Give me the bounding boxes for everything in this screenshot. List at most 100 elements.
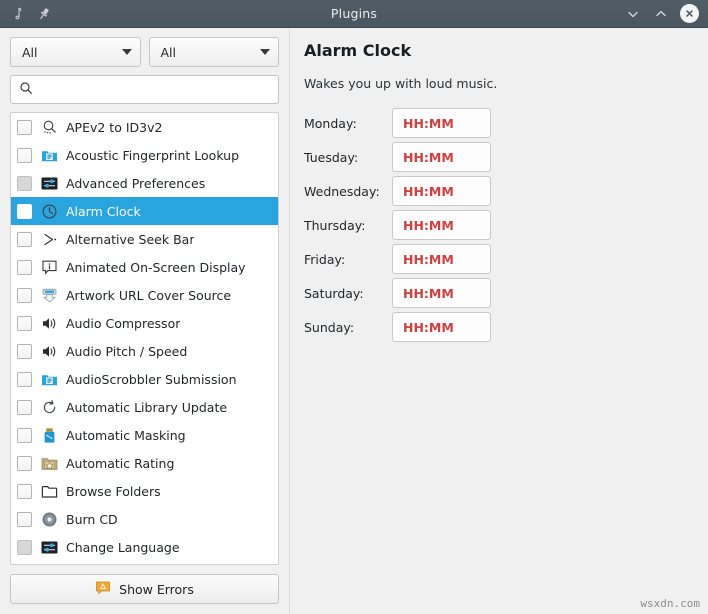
plugin-row[interactable]: Alarm Clock (11, 197, 278, 225)
plugin-checkbox[interactable] (17, 400, 32, 415)
speaker-icon (40, 342, 58, 360)
category-filter-value: All (22, 45, 38, 60)
plugin-label: Artwork URL Cover Source (66, 288, 231, 303)
pin-icon[interactable] (36, 6, 52, 22)
magnifier-dots-icon (40, 118, 58, 136)
warning-bubble-icon (95, 580, 111, 599)
sliders-icon (40, 538, 58, 556)
alarm-day-row: Saturday: (300, 278, 696, 308)
alarm-day-row: Wednesday: (300, 176, 696, 206)
close-icon[interactable] (680, 4, 699, 23)
plugin-row[interactable]: Artwork URL Cover Source (11, 281, 278, 309)
alarm-time-input[interactable] (392, 278, 491, 308)
chevron-down-icon[interactable] (624, 5, 641, 22)
folder-star-icon (40, 454, 58, 472)
plugin-label: Automatic Library Update (66, 400, 227, 415)
plugin-row[interactable]: Advanced Preferences (11, 169, 278, 197)
plugin-row[interactable]: Change Language (11, 533, 278, 561)
alarm-time-input[interactable] (392, 108, 491, 138)
plugin-row[interactable]: Automatic Library Update (11, 393, 278, 421)
plugin-checkbox[interactable] (17, 372, 32, 387)
caret-down-icon (260, 49, 270, 55)
plugin-row[interactable]: Animated On-Screen Display (11, 253, 278, 281)
plugin-label: APEv2 to ID3v2 (66, 120, 162, 135)
alarm-day-row: Sunday: (300, 312, 696, 342)
title-bar-left-icons (0, 6, 52, 22)
category-filter-dropdown[interactable]: All (10, 37, 141, 67)
caret-down-icon (122, 49, 132, 55)
plugin-checkbox[interactable] (17, 204, 32, 219)
alarm-time-input[interactable] (392, 244, 491, 274)
state-filter-dropdown[interactable]: All (149, 37, 280, 67)
alarm-day-label: Saturday: (300, 286, 392, 301)
plugin-checkbox[interactable] (17, 428, 32, 443)
alarm-day-row: Thursday: (300, 210, 696, 240)
window-content: All All APEv2 to ID3v2 Acoustic Fingerpri… (0, 28, 708, 614)
show-errors-bar: Show Errors (10, 565, 279, 614)
alarm-time-input[interactable] (392, 210, 491, 240)
sliders-icon (40, 174, 58, 192)
plugin-row[interactable]: Browse Folders (11, 477, 278, 505)
download-icon (40, 286, 58, 304)
detail-title: Alarm Clock (304, 41, 696, 60)
info-bubble-icon (40, 258, 58, 276)
refresh-icon (40, 398, 58, 416)
speaker-icon (40, 314, 58, 332)
alarm-day-label: Sunday: (300, 320, 392, 335)
plugin-checkbox[interactable] (17, 148, 32, 163)
alarm-day-row: Monday: (300, 108, 696, 138)
plugin-label: Automatic Masking (66, 428, 186, 443)
alarm-time-input[interactable] (392, 176, 491, 206)
plugin-list-pane: All All APEv2 to ID3v2 Acoustic Fingerpri… (0, 28, 289, 614)
plugin-checkbox[interactable] (17, 232, 32, 247)
alarm-time-input[interactable] (392, 312, 491, 342)
note-icon (10, 6, 26, 22)
plugin-label: Alternative Seek Bar (66, 232, 194, 247)
plugin-checkbox[interactable] (17, 260, 32, 275)
plugin-row[interactable]: Acoustic Fingerprint Lookup (11, 141, 278, 169)
plugin-row[interactable]: Audio Pitch / Speed (11, 337, 278, 365)
plugin-row[interactable]: Audio Compressor (11, 309, 278, 337)
detail-description: Wakes you up with loud music. (304, 76, 696, 91)
plugin-checkbox[interactable] (17, 120, 32, 135)
alarm-day-label: Friday: (300, 252, 392, 267)
plugin-list[interactable]: APEv2 to ID3v2 Acoustic Fingerprint Looku… (10, 112, 279, 565)
filter-row: All All (10, 37, 279, 67)
search-icon (19, 80, 33, 99)
plugin-checkbox (17, 540, 32, 555)
window-title: Plugins (0, 6, 708, 21)
plugin-row[interactable]: AudioScrobbler Submission (11, 365, 278, 393)
plugin-row[interactable]: Alternative Seek Bar (11, 225, 278, 253)
disc-icon (40, 510, 58, 528)
seek-arrow-icon (40, 230, 58, 248)
plugin-label: Acoustic Fingerprint Lookup (66, 148, 239, 163)
plugin-checkbox[interactable] (17, 344, 32, 359)
plugin-label: Animated On-Screen Display (66, 260, 246, 275)
plugin-detail-pane: Alarm Clock Wakes you up with loud music… (289, 28, 708, 614)
plugin-row[interactable]: APEv2 to ID3v2 (11, 113, 278, 141)
chevron-up-icon[interactable] (652, 5, 669, 22)
plugin-row[interactable]: Burn CD (11, 505, 278, 533)
plugin-checkbox[interactable] (17, 288, 32, 303)
plugin-row[interactable]: Automatic Masking (11, 421, 278, 449)
search-box[interactable] (10, 75, 279, 104)
plugin-row[interactable]: Automatic Rating (11, 449, 278, 477)
plugin-label: Change Language (66, 540, 180, 555)
plugin-label: Alarm Clock (66, 204, 141, 219)
window-controls (624, 4, 708, 23)
plugin-checkbox[interactable] (17, 512, 32, 527)
state-filter-value: All (161, 45, 177, 60)
plugin-label: Browse Folders (66, 484, 161, 499)
alarm-time-input[interactable] (392, 142, 491, 172)
alarm-day-label: Thursday: (300, 218, 392, 233)
plugin-checkbox[interactable] (17, 484, 32, 499)
plugin-checkbox[interactable] (17, 456, 32, 471)
search-input[interactable] (39, 81, 270, 98)
alarm-day-label: Tuesday: (300, 150, 392, 165)
blue-folder-doc-icon (40, 146, 58, 164)
blue-folder-doc-icon (40, 370, 58, 388)
plugin-checkbox[interactable] (17, 316, 32, 331)
alarm-day-label: Wednesday: (300, 184, 392, 199)
watermark: wsxdn.com (640, 597, 700, 610)
show-errors-button[interactable]: Show Errors (10, 574, 279, 604)
